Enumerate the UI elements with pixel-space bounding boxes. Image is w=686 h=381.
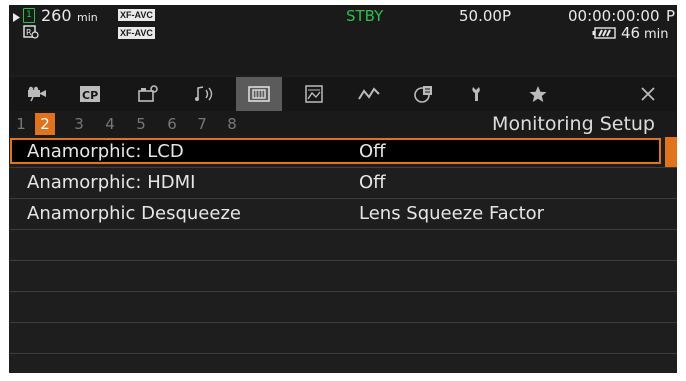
camera-menu-screen: 1 260 min XF-AVC XF-AVC R STBY 50.00P 00… xyxy=(9,5,677,373)
menu-item-label: Anamorphic: LCD xyxy=(27,141,184,162)
page-number-2[interactable]: 2 xyxy=(35,113,55,135)
menu-tab-bar: CP xyxy=(9,77,677,111)
camera-icon xyxy=(28,86,46,102)
time-remaining: 260 xyxy=(41,6,72,25)
tab-audio[interactable] xyxy=(181,77,227,111)
tab-playback[interactable] xyxy=(400,77,446,111)
tab-custom-picture[interactable]: CP xyxy=(67,77,113,111)
format-badge-main: XF-AVC xyxy=(118,9,155,21)
waveform-icon xyxy=(358,87,380,100)
menu-item-anamorphic-hdmi[interactable]: Anamorphic: HDMI Off xyxy=(9,168,677,199)
cp-icon: CP xyxy=(80,86,100,102)
proxy-recording-icon: R xyxy=(23,25,39,39)
play-triangle-icon xyxy=(13,13,20,22)
page-number-4[interactable]: 4 xyxy=(100,113,120,135)
page-number-1[interactable]: 1 xyxy=(11,113,31,135)
selection-marker xyxy=(665,137,677,167)
menu-item-empty xyxy=(9,261,677,292)
close-icon xyxy=(641,87,655,101)
battery-minutes: 46 xyxy=(621,24,641,42)
menu-item-value: Lens Squeeze Factor xyxy=(359,203,545,224)
menu-item-label: Anamorphic: HDMI xyxy=(27,172,196,193)
tab-camera-settings[interactable] xyxy=(125,77,171,111)
battery-unit: min xyxy=(644,27,669,42)
page-number-7[interactable]: 7 xyxy=(192,113,212,135)
timecode: 00:00:00:00 xyxy=(568,7,660,25)
tab-monitoring[interactable] xyxy=(236,77,282,111)
page-selector: 1 2 3 4 5 6 7 8 Monitoring Setup xyxy=(9,111,677,137)
tab-close[interactable] xyxy=(625,77,671,111)
card-slot-icon: 1 xyxy=(23,8,35,23)
frame-rate: 50.00P xyxy=(459,7,511,25)
audio-icon xyxy=(195,86,213,101)
menu-item-value: Off xyxy=(359,141,386,162)
menu-list: Anamorphic: LCD Off Anamorphic: HDMI Off… xyxy=(9,137,677,373)
tab-waveform[interactable] xyxy=(346,77,392,111)
playback-icon xyxy=(414,86,432,103)
menu-item-anamorphic-lcd[interactable]: Anamorphic: LCD Off xyxy=(9,137,677,168)
status-bar: 1 260 min XF-AVC XF-AVC R STBY 50.00P 00… xyxy=(9,5,677,75)
menu-item-empty xyxy=(9,230,677,261)
menu-item-empty xyxy=(9,354,677,373)
page-title: Monitoring Setup xyxy=(492,113,655,135)
menu-item-value: Off xyxy=(359,172,386,193)
battery-icon xyxy=(592,27,616,39)
page-number-6[interactable]: 6 xyxy=(162,113,182,135)
page-number-3[interactable]: 3 xyxy=(69,113,89,135)
menu-item-anamorphic-desqueeze[interactable]: Anamorphic Desqueeze Lens Squeeze Factor xyxy=(9,199,677,230)
page-number-5[interactable]: 5 xyxy=(131,113,151,135)
time-remaining-unit: min xyxy=(77,11,98,24)
wrench-icon xyxy=(472,87,480,101)
monitoring-icon xyxy=(248,86,270,102)
record-status: STBY xyxy=(346,7,384,25)
page-number-8[interactable]: 8 xyxy=(222,113,242,135)
tab-my-menu[interactable] xyxy=(515,77,561,111)
menu-item-empty xyxy=(9,323,677,354)
tab-recording-media[interactable] xyxy=(291,77,337,111)
tab-camera[interactable] xyxy=(13,77,59,111)
recording-media-icon xyxy=(305,85,323,103)
timecode-suffix: P xyxy=(666,7,676,25)
menu-item-label: Anamorphic Desqueeze xyxy=(27,203,241,224)
menu-item-empty xyxy=(9,292,677,323)
svg-text:CP: CP xyxy=(82,89,98,102)
svg-text:R: R xyxy=(26,28,32,37)
tab-system-setup[interactable] xyxy=(455,77,501,111)
format-badge-sub: XF-AVC xyxy=(118,27,155,39)
camera-settings-icon xyxy=(138,85,158,102)
star-icon xyxy=(529,86,547,102)
